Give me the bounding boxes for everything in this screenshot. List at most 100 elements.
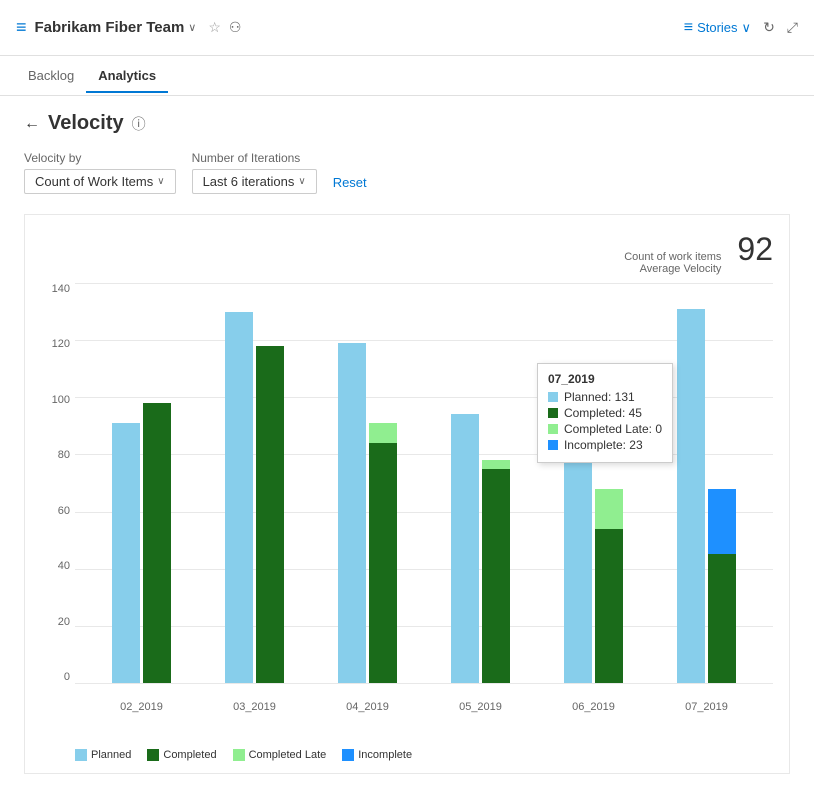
y-axis-label: 0: [35, 671, 70, 683]
chart-avg-value: 92: [737, 231, 773, 268]
bar-completed-group: [143, 403, 171, 683]
y-axis: 020406080100120140: [35, 283, 70, 683]
page-title: Velocity: [48, 112, 124, 135]
iterations-select[interactable]: Last 6 iterations ∨: [192, 169, 317, 194]
y-axis-label: 120: [35, 338, 70, 350]
x-axis-label: 05_2019: [459, 701, 502, 713]
chart-container: Count of work items Average Velocity 92 …: [24, 214, 790, 774]
bar-planned[interactable]: [677, 309, 705, 683]
back-button[interactable]: ←: [24, 115, 40, 133]
velocity-by-filter: Velocity by Count of Work Items ∨: [24, 151, 176, 194]
bars-wrapper: [75, 283, 773, 683]
bar-incomplete[interactable]: [708, 489, 736, 555]
stories-button[interactable]: ≡ Stories ∨: [684, 19, 751, 37]
y-axis-label: 20: [35, 616, 70, 628]
header-actions: ≡ Stories ∨ ↻ ⤢: [684, 19, 798, 37]
bar-completed-late[interactable]: [595, 489, 623, 529]
iterations-label: Number of Iterations: [192, 151, 317, 165]
stories-icon: ≡: [684, 19, 693, 37]
tooltip-row-label: Completed: 45: [564, 406, 642, 420]
tooltip-row-label: Planned: 131: [564, 390, 635, 404]
app-icon: ≡: [16, 17, 27, 38]
iterations-filter: Number of Iterations Last 6 iterations ∨: [192, 151, 317, 194]
tooltip-row: Completed Late: 0: [548, 422, 662, 436]
chart-area: 020406080100120140 02_201903_201904_2019…: [75, 283, 773, 713]
bar-group: [677, 309, 736, 683]
bar-planned[interactable]: [338, 343, 366, 683]
tooltip-row: Incomplete: 23: [548, 438, 662, 452]
team-chevron-icon[interactable]: ∨: [188, 21, 196, 34]
app-header: ≡ Fabrikam Fiber Team ∨ ☆ ⚇ ≡ Stories ∨ …: [0, 0, 814, 56]
tooltip-row-label: Incomplete: 23: [564, 438, 643, 452]
legend-swatch: [75, 749, 87, 761]
bar-completed[interactable]: [482, 469, 510, 683]
bar-planned[interactable]: [225, 312, 253, 683]
legend-swatch: [342, 749, 354, 761]
chart-legend: Planned Completed Completed Late Incomplete: [75, 749, 412, 761]
legend-item: Completed: [147, 749, 216, 761]
nav-tabs: Backlog Analytics: [0, 56, 814, 96]
team-name: Fabrikam Fiber Team: [35, 19, 185, 36]
bar-completed[interactable]: [143, 403, 171, 683]
tooltip-row-label: Completed Late: 0: [564, 422, 662, 436]
velocity-by-select[interactable]: Count of Work Items ∨: [24, 169, 176, 194]
x-axis-label: 02_2019: [120, 701, 163, 713]
bar-group: [112, 403, 171, 683]
stories-chevron-icon: ∨: [742, 20, 752, 36]
y-axis-label: 140: [35, 283, 70, 295]
bar-completed-group: [369, 423, 397, 683]
legend-swatch: [147, 749, 159, 761]
team-members-icon[interactable]: ⚇: [229, 19, 242, 36]
bar-group: [451, 414, 510, 683]
bar-completed-group: [708, 489, 736, 683]
bar-completed-late[interactable]: [482, 460, 510, 469]
reset-button[interactable]: Reset: [333, 171, 367, 194]
x-axis-label: 06_2019: [572, 701, 615, 713]
bar-planned[interactable]: [451, 414, 479, 683]
help-icon[interactable]: ⓘ: [132, 114, 146, 134]
refresh-button[interactable]: ↻: [763, 19, 775, 36]
favorite-icon[interactable]: ☆: [208, 19, 221, 36]
filters-bar: Velocity by Count of Work Items ∨ Number…: [24, 151, 790, 194]
expand-button[interactable]: ⤢: [787, 19, 798, 36]
bar-completed[interactable]: [256, 346, 284, 683]
y-axis-label: 40: [35, 560, 70, 572]
bar-completed[interactable]: [708, 554, 736, 683]
bar-completed[interactable]: [595, 529, 623, 683]
legend-item: Planned: [75, 749, 131, 761]
tab-analytics[interactable]: Analytics: [86, 60, 168, 93]
tooltip-swatch: [548, 392, 558, 402]
bar-planned[interactable]: [112, 423, 140, 683]
bar-completed-group: [482, 460, 510, 683]
x-axis-label: 04_2019: [346, 701, 389, 713]
tooltip-swatch: [548, 440, 558, 450]
x-labels: 02_2019 03_2019 04_2019 05_2019 06_2019 07_20…: [75, 701, 773, 713]
grid-line: [75, 683, 773, 684]
tooltip-row: Completed: 45: [548, 406, 662, 420]
tooltip-swatch: [548, 408, 558, 418]
bar-completed-group: [256, 346, 284, 683]
tooltip-row: Planned: 131: [548, 390, 662, 404]
bar-completed-group: [595, 489, 623, 683]
velocity-by-label: Velocity by: [24, 151, 176, 165]
page-content: ← Velocity ⓘ Velocity by Count of Work I…: [0, 96, 814, 790]
velocity-by-chevron-icon: ∨: [157, 176, 164, 187]
legend-label: Planned: [91, 749, 131, 761]
iterations-value: Last 6 iterations: [203, 174, 295, 189]
legend-label: Incomplete: [358, 749, 412, 761]
legend-label: Completed: [163, 749, 216, 761]
bar-group: [225, 312, 284, 683]
x-axis-label: 03_2019: [233, 701, 276, 713]
stories-label: Stories: [697, 20, 737, 35]
x-axis-label: 07_2019: [685, 701, 728, 713]
legend-item: Completed Late: [233, 749, 327, 761]
bar-completed-late[interactable]: [369, 423, 397, 443]
bar-completed[interactable]: [369, 443, 397, 683]
tooltip-swatch: [548, 424, 558, 434]
tab-backlog[interactable]: Backlog: [16, 60, 86, 93]
chart-avg-label: Average Velocity: [624, 263, 721, 275]
bar-group: [338, 343, 397, 683]
legend-label: Completed Late: [249, 749, 327, 761]
chart-meta: Count of work items Average Velocity: [624, 251, 721, 275]
y-axis-label: 60: [35, 505, 70, 517]
